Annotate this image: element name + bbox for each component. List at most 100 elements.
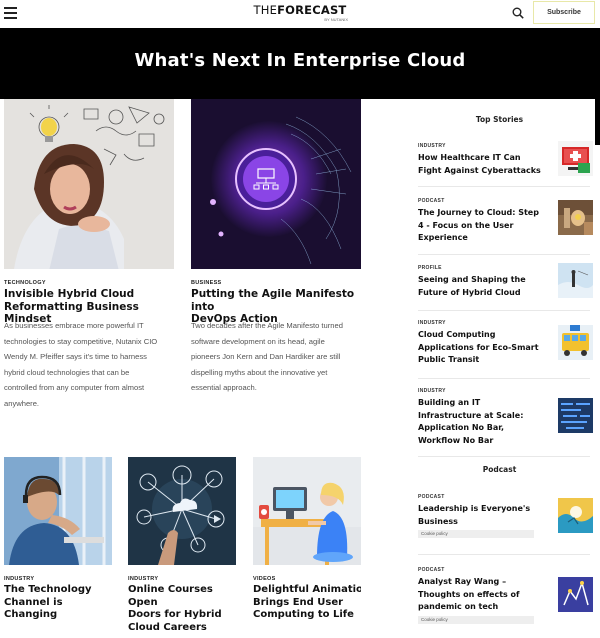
podcast-item-2[interactable]: PODCAST Analyst Ray Wang – Thoughts on e… bbox=[418, 567, 593, 614]
featured-desc-1-line-2: technologies to stay competitive, Nutani… bbox=[4, 336, 158, 346]
featured-desc-2-line-3: pioneers Jon Kern and Dan Hardiker are s… bbox=[191, 352, 341, 361]
small-card-category-3: VIDEOS bbox=[253, 576, 276, 582]
top-story-4-thumbnail[interactable] bbox=[558, 325, 593, 360]
podcast-1-title-line-1: Leadership is Everyone's bbox=[418, 504, 531, 513]
featured-desc-1-line-6: anywhere. bbox=[4, 398, 40, 408]
featured-title-1-line-1: Invisible Hybrid Cloud bbox=[4, 288, 135, 300]
logo-text-bold: FORECAST bbox=[277, 3, 347, 17]
top-story-4[interactable]: INDUSTRY Cloud Computing Applications fo… bbox=[418, 320, 593, 367]
top-story-5-title-line-4: Workflow No Bar bbox=[418, 435, 494, 445]
cookie-policy-bar-2[interactable]: Cookie policy bbox=[418, 616, 534, 624]
logo-text-light: THE bbox=[253, 3, 278, 17]
top-story-3-title: Seeing and Shaping the Future of Hybrid … bbox=[418, 274, 581, 299]
small-card-title-3[interactable]: Delightful Animation Brings End User Com… bbox=[253, 584, 371, 622]
top-story-1-thumbnail[interactable] bbox=[558, 141, 593, 176]
hero-title: What's Next In Enterprise Cloud bbox=[134, 50, 466, 71]
small-card-image-2[interactable] bbox=[128, 457, 236, 565]
featured-desc-1: As businesses embrace more powerful IT t… bbox=[4, 318, 180, 411]
featured-desc-1-line-1: As businesses embrace more powerful IT bbox=[4, 321, 144, 330]
small-card-image-1[interactable] bbox=[4, 457, 112, 565]
featured-desc-2: Two decades after the Agile Manifesto tu… bbox=[191, 318, 361, 396]
podcast-item-1[interactable]: PODCAST Leadership is Everyone's Busines… bbox=[418, 494, 593, 533]
hamburger-menu-icon[interactable] bbox=[4, 7, 17, 19]
top-story-4-title-line-2: Applications for Eco-Smart bbox=[418, 342, 539, 352]
top-story-3-thumbnail[interactable] bbox=[558, 263, 593, 298]
featured-desc-2-line-1: Two decades after the Agile Manifesto tu… bbox=[191, 321, 343, 330]
small-card-title-1[interactable]: The Technology Channel is Changing bbox=[4, 584, 116, 622]
top-story-5-category: INDUSTRY bbox=[418, 388, 446, 394]
top-story-5-thumbnail[interactable] bbox=[558, 398, 593, 433]
subscribe-button[interactable]: Subscribe bbox=[533, 1, 595, 24]
top-story-2-thumbnail[interactable] bbox=[558, 200, 593, 235]
featured-image-2[interactable] bbox=[191, 99, 361, 269]
top-story-5-title-line-2: Infrastructure at Scale: bbox=[418, 410, 524, 420]
featured-title-2-line-1: Putting the Agile Manifesto into bbox=[191, 288, 355, 313]
top-story-divider-2 bbox=[418, 254, 590, 255]
top-story-1-category: INDUSTRY bbox=[418, 143, 446, 149]
podcast-2-title-line-3: pandemic on tech bbox=[418, 602, 499, 611]
podcast-1-title: Leadership is Everyone's Business bbox=[418, 503, 581, 528]
top-stories-heading: Top Stories bbox=[475, 115, 524, 124]
podcast-1-thumbnail[interactable] bbox=[558, 498, 593, 533]
top-story-2[interactable]: PODCAST The Journey to Cloud: Step 4 - F… bbox=[418, 198, 593, 245]
featured-desc-1-line-4: hybrid cloud technologies that can be bbox=[4, 367, 130, 377]
search-icon[interactable] bbox=[512, 7, 524, 19]
hero-banner: What's Next In Enterprise Cloud bbox=[0, 28, 600, 99]
podcast-1-title-line-2: Business bbox=[418, 516, 458, 526]
small-card-title-2-line-1: Online Courses Open bbox=[128, 584, 213, 608]
podcast-2-title-line-2: Thoughts on effects of bbox=[418, 589, 520, 599]
top-story-5-title: Building an IT Infrastructure at Scale: … bbox=[418, 397, 581, 447]
podcast-1-category: PODCAST bbox=[418, 494, 445, 500]
site-header: THEFORECAST BY NUTANIX Subscribe bbox=[0, 0, 600, 28]
podcast-2-title: Analyst Ray Wang – Thoughts on effects o… bbox=[418, 576, 581, 614]
top-story-4-title-line-1: Cloud Computing bbox=[418, 330, 496, 339]
top-story-1-title: How Healthcare IT Can Fight Against Cybe… bbox=[418, 152, 581, 177]
top-story-2-title-line-3: Experience bbox=[418, 233, 468, 242]
small-card-title-2-line-3: Cloud Careers bbox=[128, 621, 207, 633]
small-card-category-2: INDUSTRY bbox=[128, 576, 159, 582]
top-story-5-title-line-1: Building an IT bbox=[418, 398, 481, 407]
top-story-1-title-line-1: How Healthcare IT Can bbox=[418, 153, 521, 162]
top-story-4-category: INDUSTRY bbox=[418, 320, 446, 326]
featured-desc-2-line-5: essential approach. bbox=[191, 383, 257, 392]
podcast-heading: Podcast bbox=[482, 465, 517, 474]
small-card-title-3-line-2: Brings End User bbox=[253, 596, 344, 608]
featured-category-2: BUSINESS bbox=[191, 280, 222, 286]
site-logo[interactable]: THEFORECAST BY NUTANIX bbox=[250, 3, 350, 23]
small-card-category-1: INDUSTRY bbox=[4, 576, 35, 582]
podcast-divider-1 bbox=[418, 554, 590, 555]
small-card-title-3-line-3: Computing to Life bbox=[253, 609, 354, 620]
small-card-title-1-line-1: The Technology bbox=[4, 584, 92, 595]
top-story-2-category: PODCAST bbox=[418, 198, 445, 204]
top-story-3-title-line-1: Seeing and Shaping the bbox=[418, 275, 526, 284]
featured-desc-2-line-4: dispelling myths about the innovative ye… bbox=[191, 367, 328, 377]
hero-edge bbox=[595, 99, 600, 145]
top-story-4-title: Cloud Computing Applications for Eco-Sma… bbox=[418, 329, 581, 367]
small-card-title-3-line-1: Delightful Animation bbox=[253, 584, 371, 595]
top-story-3-title-line-2: Future of Hybrid Cloud bbox=[418, 287, 521, 297]
podcast-2-thumbnail[interactable] bbox=[558, 577, 593, 612]
top-story-3-category: PROFILE bbox=[418, 265, 442, 271]
top-story-1[interactable]: INDUSTRY How Healthcare IT Can Fight Aga… bbox=[418, 141, 593, 177]
small-card-image-3[interactable] bbox=[253, 457, 361, 565]
top-story-2-title-line-2: 4 - Focus on the User bbox=[418, 220, 514, 230]
top-story-divider-1 bbox=[418, 186, 590, 187]
small-card-title-2[interactable]: Online Courses Open Doors for Hybrid Clo… bbox=[128, 584, 243, 634]
featured-category-1: TECHNOLOGY bbox=[4, 280, 46, 286]
top-story-divider-4 bbox=[418, 378, 590, 379]
small-card-title-2-line-2: Doors for Hybrid bbox=[128, 609, 222, 620]
podcast-2-category: PODCAST bbox=[418, 567, 445, 573]
featured-desc-1-line-3: Wendy M. Pfeiffer says it's time to harn… bbox=[4, 352, 147, 361]
sidebar: Top Stories INDUSTRY How Healthcare IT C… bbox=[361, 99, 595, 638]
top-story-divider-3 bbox=[418, 310, 590, 311]
podcast-2-title-line-1: Analyst Ray Wang – bbox=[418, 577, 507, 586]
top-story-1-title-line-2: Fight Against Cyberattacks bbox=[418, 165, 541, 175]
cookie-policy-bar-1[interactable]: Cookie policy bbox=[418, 530, 534, 538]
top-story-3[interactable]: PROFILE Seeing and Shaping the Future of… bbox=[418, 263, 593, 299]
top-story-5[interactable]: INDUSTRY Building an IT Infrastructure a… bbox=[418, 388, 593, 447]
featured-image-1[interactable] bbox=[4, 99, 174, 269]
small-card-title-1-line-2: Channel is Changing bbox=[4, 596, 63, 621]
top-story-5-title-line-3: Application No Bar, bbox=[418, 423, 505, 432]
featured-desc-2-line-2: software development on its head, agile bbox=[191, 336, 325, 346]
featured-desc-1-line-5: controlled from any computer from almost bbox=[4, 383, 145, 392]
